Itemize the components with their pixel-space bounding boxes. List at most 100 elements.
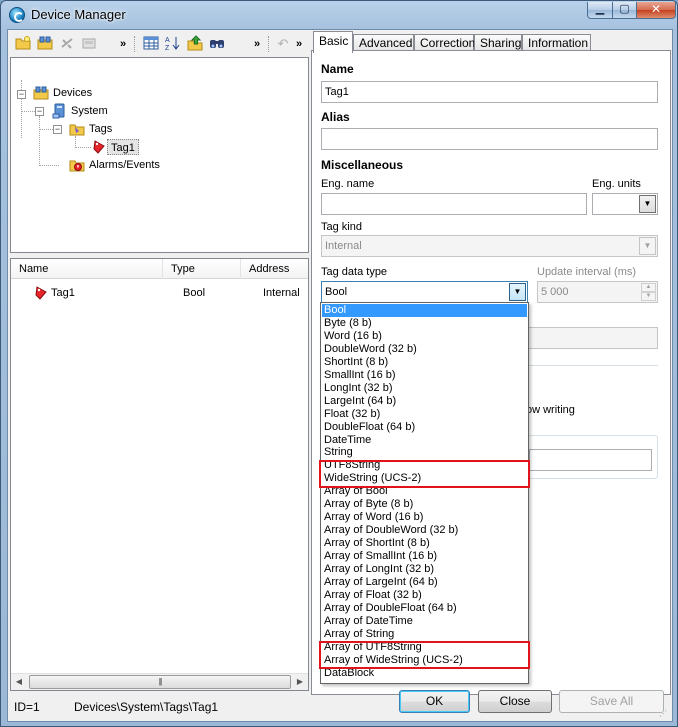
dropdown-option[interactable]: Array of SmallInt (16 b) [322,550,527,563]
tree-node-devices[interactable]: Devices [53,85,92,101]
tree-node-alarms[interactable]: Alarms/Events [89,157,160,173]
dropdown-option[interactable]: LongInt (32 b) [322,382,527,395]
chevron-down-icon[interactable]: ▼ [639,195,656,213]
dropdown-option[interactable]: Byte (8 b) [322,317,527,330]
tree-node-system[interactable]: System [71,103,108,119]
highlight-box-utf8-widestring [319,460,530,488]
list-header: Name Type Address [11,259,308,279]
tab-strip: Basic Advanced Correction Sharing Inform… [311,31,671,53]
connect-icon[interactable] [58,35,76,53]
dropdown-option[interactable]: String [322,446,527,459]
ok-button[interactable]: OK [399,690,470,713]
dropdown-option[interactable]: Array of DoubleWord (32 b) [322,524,527,537]
cell-name: Tag1 [51,287,75,299]
data-type-select[interactable]: Bool ▼ [321,281,528,303]
dropdown-option[interactable]: Array of DoubleFloat (64 b) [322,602,527,615]
grid-view-icon[interactable] [142,35,160,53]
dropdown-option[interactable]: Array of LargeInt (64 b) [322,576,527,589]
dropdown-option[interactable]: Word (16 b) [322,330,527,343]
device-manager-window: Device Manager ▁ ▢ ✕ » AZ » ↶ » − Device… [0,0,678,727]
eng-units-select[interactable]: ▼ [592,193,658,215]
update-interval-input: 5 000 ▲ ▼ [537,281,658,303]
tag-kind-value: Internal [325,240,362,252]
tree-node-tags[interactable]: Tags [89,121,112,137]
data-type-dropdown-list[interactable]: Bool Byte (8 b) Word (16 b) DoubleWord (32 … [320,302,529,684]
column-header-address[interactable]: Address [241,259,308,279]
dropdown-option[interactable]: Array of DateTime [322,615,527,628]
dropdown-option[interactable]: DoubleFloat (64 b) [322,421,527,434]
column-header-name[interactable]: Name [11,259,163,279]
tree-node-label: Alarms/Events [89,159,160,171]
app-icon [9,7,25,23]
close-window-button[interactable]: ✕ [636,2,676,19]
dropdown-option[interactable]: ShortInt (8 b) [322,356,527,369]
eng-name-input[interactable] [321,193,587,215]
scroll-right-icon[interactable]: ▶ [295,677,305,687]
toolbar-overflow-1[interactable]: » [114,35,132,53]
tag-list[interactable]: Name Type Address Tag1 Bool Internal ◀ |… [10,258,309,691]
navigate-up-icon[interactable] [186,35,204,53]
maximize-icon: ▢ [619,3,630,15]
toolbar-separator [268,36,269,52]
title-bar[interactable]: Device Manager ▁ ▢ ✕ [1,1,677,29]
highlight-box-array-utf8-widestring [319,641,530,669]
update-interval-label: Update interval (ms) [537,266,637,278]
device-tree[interactable]: − Devices − System − Tags Tag1 Alarms/Ev… [10,57,309,253]
scroll-left-icon[interactable]: ◀ [14,677,24,687]
alias-input[interactable] [321,128,658,150]
new-folder-icon[interactable] [14,35,32,53]
tag-icon [33,285,49,301]
dropdown-option[interactable]: Array of String [322,628,527,641]
dropdown-option[interactable]: DoubleWord (32 b) [322,343,527,356]
spin-up-icon: ▲ [641,283,656,292]
dropdown-option[interactable]: Array of Float (32 b) [322,589,527,602]
maximize-button[interactable]: ▢ [612,2,637,19]
chevron-down-icon: ▼ [639,237,656,255]
scrollbar-thumb[interactable]: ||| [29,675,291,689]
dropdown-option[interactable]: Array of ShortInt (8 b) [322,537,527,550]
dropdown-option[interactable]: Array of LongInt (32 b) [322,563,527,576]
close-button[interactable]: Close [478,690,552,713]
tag-kind-select: Internal ▼ [321,235,658,257]
column-header-type[interactable]: Type [163,259,241,279]
dropdown-option[interactable]: SmallInt (16 b) [322,369,527,382]
group-box [528,435,658,479]
misc-section-label: Miscellaneous [321,158,404,172]
dropdown-option[interactable]: Array of Byte (8 b) [322,498,527,511]
dropdown-option[interactable]: Array of Word (16 b) [322,511,527,524]
sort-az-icon[interactable]: AZ [164,35,182,53]
device-disabled-icon[interactable] [80,35,98,53]
collapse-tags-toggle[interactable]: − [53,125,62,134]
chevron-down-icon[interactable]: ▼ [509,283,526,301]
alarms-icon [69,157,85,173]
tree-node-label: Devices [53,87,93,99]
cell-address: Internal [263,287,300,299]
group-input[interactable] [529,449,652,471]
svg-text:Z: Z [165,45,170,51]
tab-basic[interactable]: Basic [313,31,353,53]
close-icon: ✕ [650,2,662,16]
horizontal-scrollbar[interactable]: ◀ ||| ▶ [11,673,308,690]
toolbar-overflow-3[interactable]: » [290,35,308,53]
add-device-icon[interactable] [36,35,54,53]
minimize-button[interactable]: ▁ [587,2,613,19]
status-path: Devices\System\Tags\Tag1 [74,700,219,714]
name-input[interactable]: Tag1 [321,81,658,103]
collapse-system-toggle[interactable]: − [35,107,44,116]
dropdown-option[interactable]: LargeInt (64 b) [322,395,527,408]
toolbar-overflow-2[interactable]: » [248,35,266,53]
alias-section-label: Alias [321,110,350,124]
dropdown-option[interactable]: Bool [322,304,527,317]
data-type-value: Bool [325,286,348,298]
dropdown-option[interactable]: Float (32 b) [322,408,527,421]
tree-node-label: System [71,105,108,117]
tree-node-tag1[interactable]: Tag1 [107,139,139,155]
tree-line [75,147,91,148]
table-row[interactable]: Tag1 Bool Internal [11,285,308,301]
eng-name-label: Eng. name [321,178,375,190]
collapse-devices-toggle[interactable]: − [17,90,26,99]
find-icon[interactable] [208,35,226,53]
status-bar: ID=1 Devices\System\Tags\Tag1 [10,695,309,719]
devices-icon [33,85,49,101]
resize-grip-icon[interactable]: ⋰ [659,708,671,720]
